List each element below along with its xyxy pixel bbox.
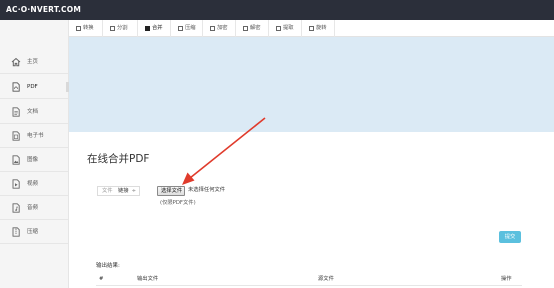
archive-icon: [12, 227, 20, 237]
image-icon: [12, 155, 20, 165]
tab-label: 压缩: [185, 25, 196, 31]
submit-button[interactable]: 提交: [499, 231, 521, 243]
sidebar-item-archive[interactable]: 压缩: [0, 220, 68, 244]
tab-compress[interactable]: 压缩: [171, 20, 203, 37]
sidebar-item-video[interactable]: 视频: [0, 172, 68, 196]
no-file-selected-text: 未选择任何文件: [188, 187, 226, 193]
results-table-header: # 输出文件 源文件 操作: [96, 272, 522, 286]
tab-label: 转换: [83, 25, 94, 31]
sidebar-item-pdf[interactable]: PDF: [0, 75, 68, 99]
select-arrow-icon: ÷: [131, 188, 136, 194]
tab-rotate[interactable]: 旋转: [302, 20, 335, 37]
checkbox-icon: [76, 26, 81, 31]
choose-file-label: 选择文件: [161, 188, 183, 194]
tool-tab-bar: 转换 分割 合并 压缩 加密 解密 提取 旋转: [69, 20, 554, 37]
video-icon: [12, 179, 20, 189]
sidebar-item-images[interactable]: 图像: [0, 148, 68, 172]
sidebar-item-ebooks[interactable]: 电子书: [0, 124, 68, 148]
tab-label: 分割: [117, 25, 128, 31]
tab-merge[interactable]: 合并: [138, 20, 171, 37]
checkbox-icon: [178, 26, 183, 31]
results-title: 输出结果:: [96, 263, 120, 269]
sidebar-item-label: 图像: [27, 157, 39, 163]
tab-split[interactable]: 分割: [103, 20, 138, 37]
column-header-source-file: 源文件: [318, 276, 334, 282]
checkbox-icon: [145, 26, 150, 31]
sidebar-item-label: PDF: [27, 84, 38, 90]
sidebar-item-documents[interactable]: 文档: [0, 100, 68, 124]
site-logo[interactable]: AC·O·NVERT.COM: [6, 5, 81, 15]
checkbox-icon: [276, 26, 281, 31]
file-source-label: 文件: [102, 188, 113, 194]
checkbox-icon: [309, 26, 314, 31]
ebook-icon: [12, 131, 20, 141]
tab-label: 解密: [250, 25, 261, 31]
tab-convert[interactable]: 转换: [69, 20, 103, 37]
document-icon: [12, 107, 20, 117]
column-header-actions: 操作: [501, 276, 512, 282]
page-title: 在线合并PDF: [87, 153, 150, 165]
audio-icon: [12, 203, 20, 213]
top-bar: AC·O·NVERT.COM: [0, 0, 554, 20]
sidebar-item-label: 文档: [27, 109, 39, 115]
tab-label: 加密: [217, 25, 228, 31]
tab-label: 旋转: [316, 25, 327, 31]
checkbox-icon: [210, 26, 215, 31]
annotation-arrow-head: [182, 172, 195, 185]
sidebar-item-audio[interactable]: 音频: [0, 196, 68, 220]
tab-label: 合并: [152, 25, 163, 31]
sidebar: 主页 PDF 文档 电子书 图像 视频 音频 压缩: [0, 20, 70, 288]
ad-banner: [69, 37, 554, 132]
pdf-only-note: (仅限PDF文件): [160, 200, 196, 206]
submit-label: 提交: [504, 234, 516, 240]
column-header-index: #: [99, 276, 104, 282]
sidebar-item-label: 视频: [27, 181, 39, 187]
column-header-output-file: 输出文件: [137, 276, 159, 282]
checkbox-icon: [110, 26, 115, 31]
sidebar-item-label: 音频: [27, 205, 39, 211]
checkbox-icon: [243, 26, 248, 31]
choose-file-button[interactable]: 选择文件: [157, 186, 185, 196]
sidebar-item-home[interactable]: 主页: [0, 50, 68, 74]
file-source-select[interactable]: 文件 链接 ÷: [97, 186, 140, 196]
pdf-file-icon: [12, 82, 20, 92]
file-source-value: 链接: [118, 188, 129, 194]
tab-encrypt[interactable]: 加密: [203, 20, 236, 37]
tab-decrypt[interactable]: 解密: [236, 20, 269, 37]
sidebar-item-label: 主页: [27, 59, 39, 65]
sidebar-item-label: 压缩: [27, 229, 39, 235]
tab-label: 提取: [283, 25, 294, 31]
home-icon: [11, 57, 21, 67]
sidebar-item-label: 电子书: [27, 133, 44, 139]
tab-extract[interactable]: 提取: [269, 20, 302, 37]
